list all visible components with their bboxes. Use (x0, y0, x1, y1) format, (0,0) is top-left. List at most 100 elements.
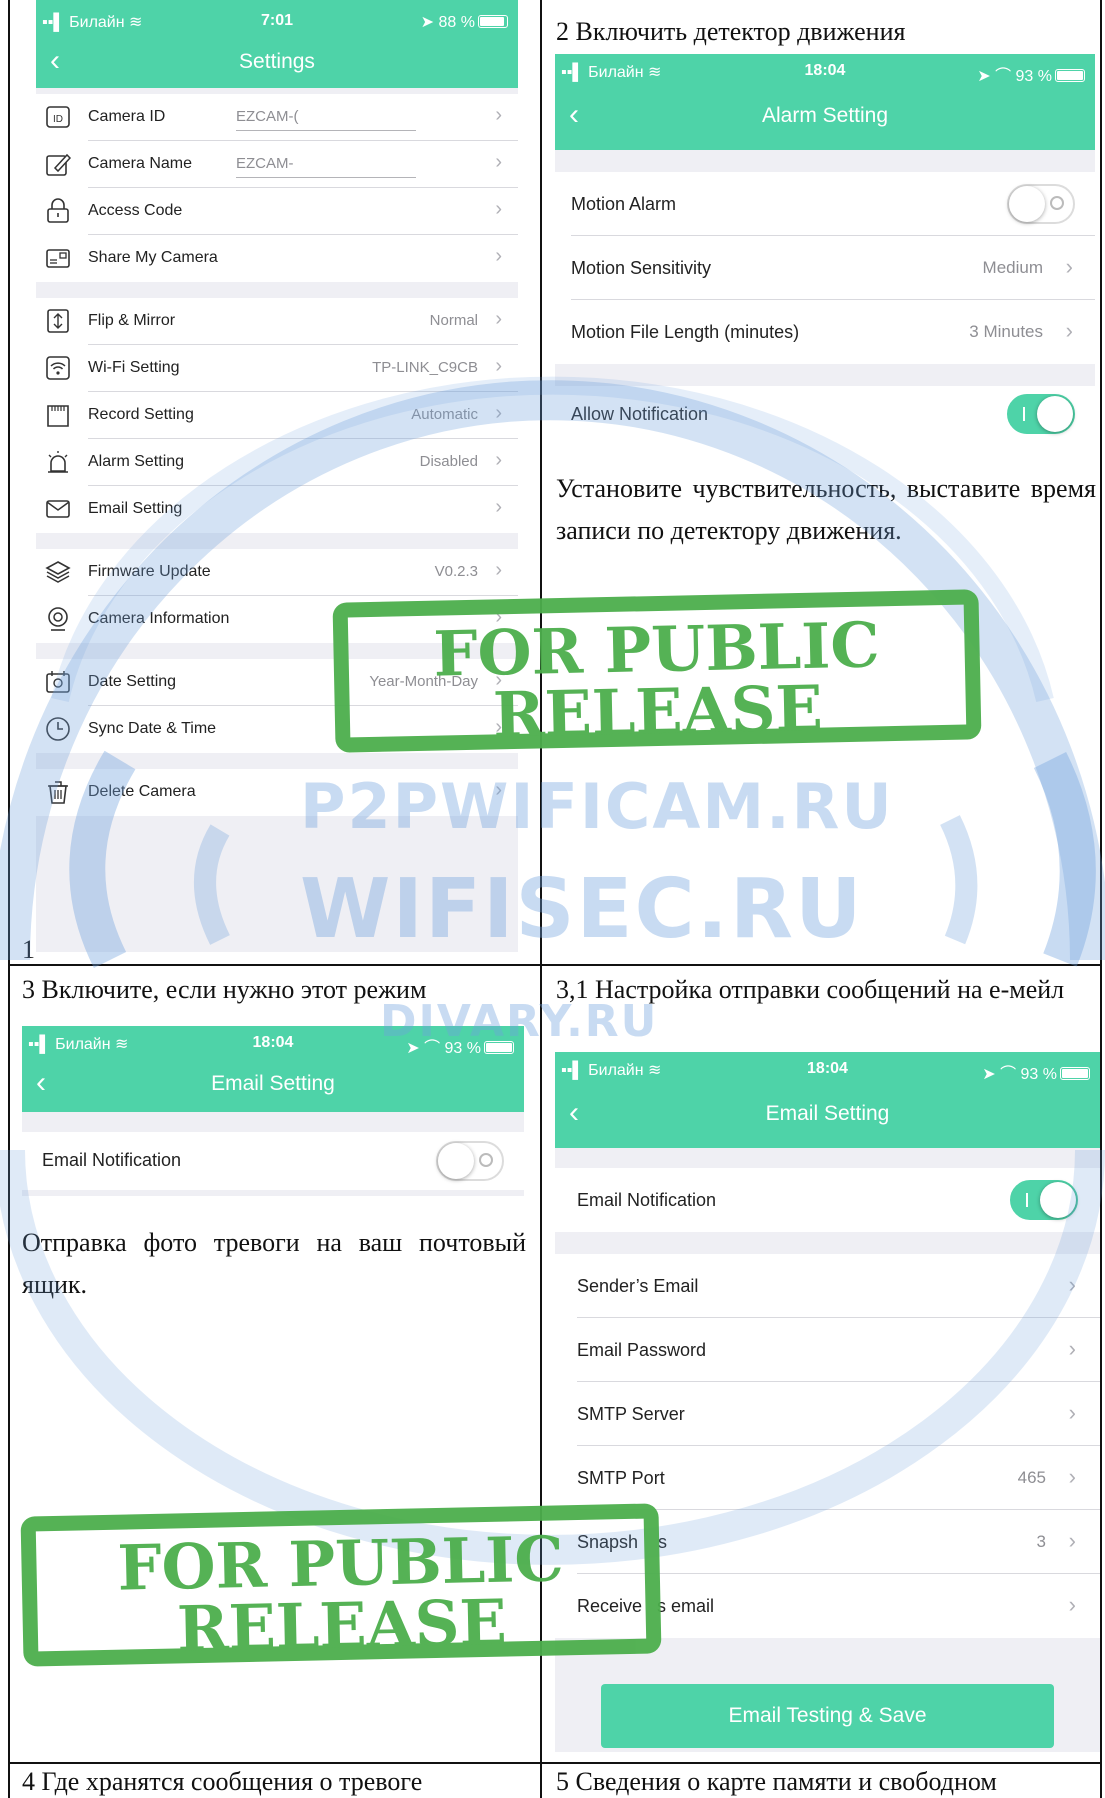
settings-header: ▪▪▌ Билайн ≋ 7:01 ➤ 88 % ‹ Settings (36, 0, 518, 88)
settings-row-label: Alarm Setting (88, 453, 185, 470)
battery-icon (1060, 1067, 1090, 1080)
settings-row-access-code[interactable]: Access Code › (36, 188, 518, 235)
watermark-text-3: DIVARY.RU (380, 996, 659, 1047)
settings-row-value: Disabled (419, 453, 478, 470)
settings-row-camera-id[interactable]: ID Camera ID EZCAM-( › (36, 94, 518, 141)
settings-row-flip-mirror[interactable]: Flip & Mirror Normal › (36, 298, 518, 345)
motion-alarm-toggle[interactable] (1007, 184, 1075, 224)
chevron-right-icon: › (495, 402, 502, 424)
clock-icon (44, 715, 72, 743)
settings-row-label: Flip & Mirror (88, 312, 176, 329)
cell1-number: 1 (22, 935, 35, 964)
input-underline (236, 130, 416, 131)
email-note-paragraph: Отправка фото тревоги на ваш почтовый ящ… (22, 1228, 526, 1299)
page-title: Settings (239, 50, 315, 73)
alarm-note-paragraph: Установите чувствительность, выставите в… (556, 474, 1096, 545)
alarm-bell-icon (44, 448, 72, 476)
settings-row-label: Email Setting (88, 500, 183, 517)
settings-row-label: Camera Information (88, 610, 230, 627)
chevron-right-icon: › (495, 496, 502, 518)
page-title: Alarm Setting (761, 104, 889, 127)
motion-sensitivity-row[interactable]: Motion Sensitivity Medium › (555, 236, 1095, 300)
layers-icon (44, 558, 72, 586)
settings-row-email-setting[interactable]: Email Setting › (36, 486, 518, 533)
settings-row-label: Share My Camera (88, 249, 218, 266)
allow-notification-toggle[interactable] (1007, 394, 1075, 434)
page-title: Email Setting (765, 1102, 890, 1125)
chevron-right-icon: › (495, 559, 502, 581)
calendar-icon (44, 668, 72, 696)
share-card-icon (44, 244, 72, 272)
allow-notification-row[interactable]: Allow Notification (555, 386, 1095, 439)
caption-step-5: 5 Сведения о карте памяти и свободном (556, 1767, 997, 1796)
settings-row-wi-fi-setting[interactable]: Wi-Fi Setting TP-LINK_C9CB › (36, 345, 518, 392)
chevron-right-icon: › (495, 104, 502, 126)
camera-lens-icon (44, 605, 72, 633)
battery-icon (1055, 69, 1085, 82)
page-title: Email Setting (211, 1072, 335, 1095)
settings-row-label: Delete Camera (88, 783, 196, 800)
settings-row-value: TP-LINK_C9CB (372, 359, 478, 376)
settings-row-value: EZCAM-( (236, 108, 299, 125)
settings-row-camera-name[interactable]: Camera Name EZCAM- › (36, 141, 518, 188)
settings-row-share-my-camera[interactable]: Share My Camera › (36, 235, 518, 282)
id-card-icon: ID (44, 103, 72, 131)
chevron-right-icon: › (495, 308, 502, 330)
battery-icon (478, 15, 508, 28)
file-length-row[interactable]: Motion File Length (minutes) 3 Minutes › (555, 300, 1095, 364)
chevron-right-icon: › (1068, 1336, 1076, 1361)
caption-step-3: 3 Включите, если нужно этот режим (22, 975, 427, 1004)
settings-row-label: Sync Date & Time (88, 720, 217, 737)
watermark-arc-right-2 (940, 815, 978, 945)
chevron-right-icon: › (1065, 254, 1073, 279)
status-bar: ▪▪▌ Билайн ≋ 7:01 ➤ 88 % (36, 8, 518, 40)
table-border-left (8, 0, 10, 1798)
for-public-release-stamp-2: FOR PUBLIC RELEASE (20, 1503, 662, 1667)
settings-row-record-setting[interactable]: Record Setting Automatic › (36, 392, 518, 439)
svg-text:ID: ID (53, 114, 63, 125)
chevron-right-icon: › (1068, 1592, 1076, 1617)
pencil-icon (44, 150, 72, 178)
email-notification-toggle[interactable] (436, 1141, 504, 1181)
email-notification-row[interactable]: Email Notification (555, 1168, 1100, 1232)
watermark-text-2: WIFISEC.RU (300, 862, 864, 957)
email-notification-row[interactable]: Email Notification (22, 1132, 524, 1190)
settings-row-alarm-setting[interactable]: Alarm Setting Disabled › (36, 439, 518, 486)
smtp-server-row[interactable]: SMTP Server › (555, 1382, 1100, 1446)
chevron-right-icon: › (495, 151, 502, 173)
email-testing-save-button[interactable]: Email Testing & Save (601, 1684, 1054, 1748)
settings-row-firmware-update[interactable]: Firmware Update V0.2.3 › (36, 549, 518, 596)
chevron-right-icon: › (495, 449, 502, 471)
chevron-right-icon: › (1065, 318, 1073, 343)
chevron-right-icon: › (495, 245, 502, 267)
email-header: ▪▪▌ Билайн ≋ 18:04 ➤ ⌒ 93 % ‹ Email Sett… (555, 1052, 1100, 1148)
envelope-icon (44, 495, 72, 523)
senders-email-row[interactable]: Sender’s Email › (555, 1254, 1100, 1318)
settings-row-label: Record Setting (88, 406, 194, 423)
trash-icon (44, 778, 72, 806)
settings-row-value: Normal (429, 312, 478, 329)
email-password-row[interactable]: Email Password › (555, 1318, 1100, 1382)
settings-row-label: Wi-Fi Setting (88, 359, 180, 376)
motion-alarm-row[interactable]: Motion Alarm (555, 172, 1095, 236)
caption-step-2: 2 Включить детектор движения (556, 17, 906, 46)
smtp-port-row[interactable]: SMTP Port 465 › (555, 1446, 1100, 1510)
input-underline (236, 177, 416, 178)
sd-card-icon (44, 401, 72, 429)
for-public-release-stamp-1: FOR PUBLIC RELEASE (332, 589, 982, 753)
document-page: { "captions": { "c1_sub": "р", "c1_num":… (0, 0, 1105, 1798)
settings-row-label: Access Code (88, 202, 183, 219)
chevron-right-icon: › (1068, 1400, 1076, 1425)
email-notification-toggle[interactable] (1010, 1180, 1078, 1220)
settings-row-label: Camera Name (88, 155, 193, 172)
wifi-icon (44, 354, 72, 382)
alarm-header: ▪▪▌ Билайн ≋ 18:04 ➤ ⌒ 93 % ‹ Alarm Sett… (555, 54, 1095, 150)
chevron-right-icon: › (1068, 1464, 1076, 1489)
screenshot-email-off: ▪▪▌ Билайн ≋ 18:04 ➤ ⌒ 93 % ‹ Email Sett… (22, 1026, 524, 1196)
settings-row-label: Camera ID (88, 108, 166, 125)
chevron-right-icon: › (1068, 1272, 1076, 1297)
flip-icon (44, 307, 72, 335)
settings-row-label: Date Setting (88, 673, 177, 690)
status-bar: ▪▪▌ Билайн ≋ 18:04 ➤ ⌒ 93 % (555, 1056, 1100, 1088)
caption-step-4: 4 Где хранятся сообщения о тревоге (22, 1767, 423, 1796)
